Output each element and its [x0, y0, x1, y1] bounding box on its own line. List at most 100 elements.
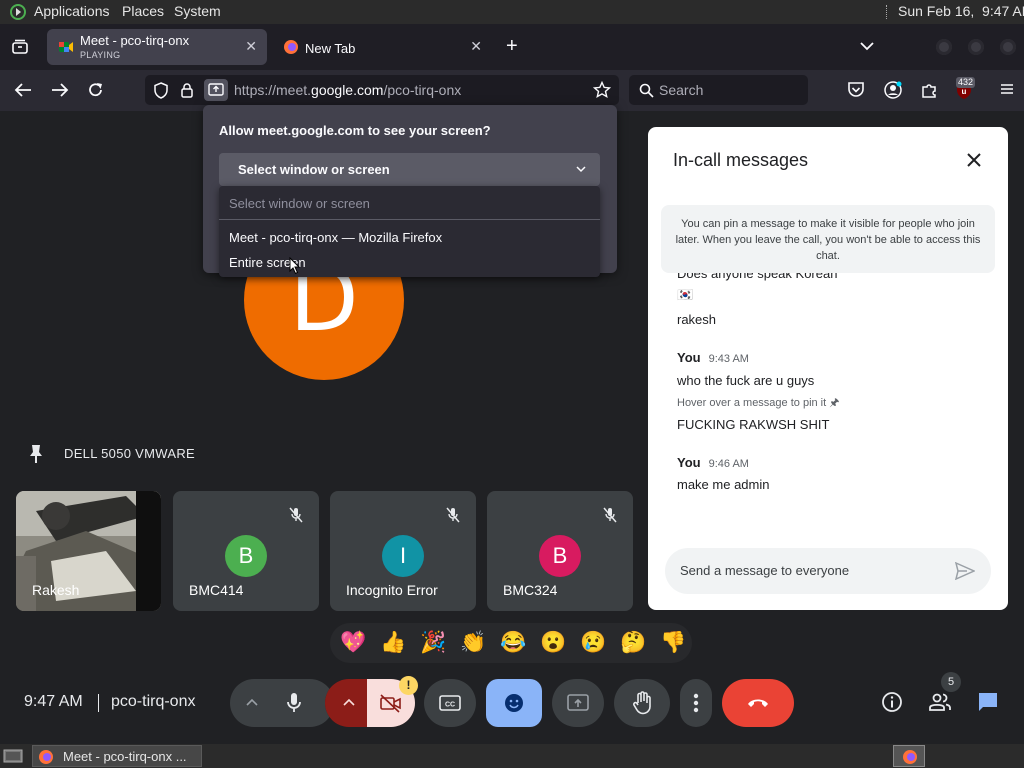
system-top-bar: Applications Places System Sun Feb 16, 9…	[0, 0, 1024, 24]
reaction-thinking[interactable]: 🤔	[620, 631, 646, 655]
dropdown-selected-value: Select window or screen	[238, 162, 390, 177]
url-text[interactable]: https://meet.google.com/pco-tirq-onx	[234, 82, 461, 98]
sender-name: You	[677, 350, 701, 365]
reaction-surprised[interactable]: 😮	[540, 631, 566, 655]
meeting-time: 9:47 AM	[24, 693, 83, 710]
reaction-party-popper[interactable]: 🎉	[420, 631, 446, 655]
more-options-button[interactable]	[680, 679, 712, 727]
emoji-smile-icon	[503, 692, 525, 714]
reactions-button[interactable]	[486, 679, 542, 727]
message-list: Does anyone speak Korean 🇰🇷 rakesh You 9:…	[648, 273, 1008, 523]
chat-bubble-icon[interactable]	[977, 691, 999, 713]
people-icon[interactable]	[928, 692, 952, 712]
search-icon	[639, 83, 654, 98]
in-call-messages-panel: In-call messages You can pin a message t…	[648, 127, 1008, 610]
mouse-cursor-icon	[289, 257, 301, 275]
chat-message[interactable]: Does anyone speak Korean	[677, 273, 837, 281]
applications-menu[interactable]: Applications	[34, 3, 110, 19]
list-all-tabs-chevron-icon[interactable]	[860, 41, 874, 51]
firefox-workspace-icon	[902, 749, 918, 765]
places-menu[interactable]: Places	[122, 3, 164, 19]
raise-hand-button[interactable]	[614, 679, 670, 727]
message-sender: You 9:43 AM	[677, 350, 749, 365]
chat-input-placeholder: Send a message to everyone	[680, 563, 850, 578]
dropdown-option-firefox-window[interactable]: Meet - pco-tirq-onx — Mozilla Firefox	[229, 230, 442, 245]
close-icon[interactable]	[966, 152, 982, 168]
lock-icon[interactable]	[180, 82, 194, 99]
meeting-details-info-icon[interactable]	[881, 691, 903, 713]
search-placeholder: Search	[659, 82, 704, 98]
message-sender: You 9:46 AM	[677, 455, 749, 470]
participant-name: Incognito Error	[346, 582, 438, 598]
url-domain: google.com	[311, 82, 384, 98]
taskbar-window-button[interactable]: Meet - pco-tirq-onx ...	[32, 745, 202, 767]
new-tab-button[interactable]: +	[506, 35, 518, 58]
os-taskbar: Meet - pco-tirq-onx ...	[0, 744, 1024, 768]
participant-tile[interactable]: B BMC414	[173, 491, 319, 611]
window-select-dropdown[interactable]: Select window or screen	[219, 153, 600, 186]
close-tab-icon[interactable]: ✕	[470, 38, 482, 55]
tab-meet[interactable]: Meet - pco-tirq-onx PLAYING ✕	[47, 29, 267, 65]
app-menu-hamburger-icon[interactable]	[1000, 82, 1014, 96]
url-bar[interactable]: https://meet.google.com/pco-tirq-onx	[145, 75, 619, 105]
microphone-icon[interactable]	[286, 692, 302, 714]
forward-arrow-icon[interactable]	[51, 82, 69, 98]
audio-control-group	[230, 679, 334, 727]
close-window-button[interactable]	[1000, 39, 1016, 55]
present-screen-button[interactable]	[552, 679, 604, 727]
chat-message[interactable]: who the fuck are u guys	[677, 373, 814, 388]
distro-logo-icon[interactable]	[9, 4, 27, 20]
tab-list-icon[interactable]	[11, 39, 29, 55]
system-clock[interactable]: Sun Feb 16, 9:47 AM	[898, 3, 1024, 19]
captions-button[interactable]: CC	[424, 679, 476, 727]
chat-message[interactable]: 🇰🇷	[677, 287, 693, 303]
muted-mic-icon	[603, 507, 617, 523]
chat-input[interactable]: Send a message to everyone	[665, 548, 991, 594]
browser-tab-bar: Meet - pco-tirq-onx PLAYING ✕ New Tab ✕ …	[0, 24, 1024, 70]
video-options-button[interactable]	[325, 679, 371, 727]
search-box[interactable]: Search	[629, 75, 808, 105]
tab-audio-status: PLAYING	[80, 50, 121, 60]
reaction-crying[interactable]: 😢	[580, 631, 606, 655]
tracking-protection-shield-icon[interactable]	[153, 82, 169, 99]
firefox-favicon-icon	[283, 39, 299, 55]
show-desktop-icon[interactable]	[3, 748, 23, 764]
tab-new-tab[interactable]: New Tab ✕	[272, 29, 492, 65]
send-icon[interactable]	[955, 562, 975, 580]
dropdown-option-placeholder[interactable]: Select window or screen	[229, 196, 370, 211]
reaction-clapping[interactable]: 👏	[460, 631, 486, 655]
svg-text:u: u	[962, 87, 967, 96]
screen-share-permission-icon[interactable]	[204, 79, 228, 101]
participant-tile[interactable]: B BMC324	[487, 491, 633, 611]
reload-icon[interactable]	[87, 81, 105, 99]
url-path: /pco-tirq-onx	[383, 82, 462, 98]
reaction-joy[interactable]: 😂	[500, 631, 526, 655]
muted-mic-icon	[446, 507, 460, 523]
muted-mic-icon	[289, 507, 303, 523]
workspace-switcher[interactable]	[893, 745, 925, 767]
minimize-window-button[interactable]	[936, 39, 952, 55]
closed-captions-icon: CC	[439, 694, 461, 712]
reaction-sparkling-heart[interactable]: 💖	[340, 631, 366, 655]
system-menu[interactable]: System	[174, 3, 221, 19]
more-vert-icon	[693, 693, 699, 713]
video-options-chevron-icon	[343, 698, 355, 706]
reaction-thumbs-up[interactable]: 👍	[380, 631, 406, 655]
participant-tile[interactable]: I Incognito Error	[330, 491, 476, 611]
chat-title: In-call messages	[673, 150, 809, 170]
reaction-thumbs-down[interactable]: 👎	[660, 631, 686, 655]
participant-tile-video[interactable]: Rakesh	[16, 491, 161, 611]
pin-icon[interactable]	[29, 444, 43, 464]
pocket-icon[interactable]	[847, 81, 865, 98]
extensions-puzzle-icon[interactable]	[920, 81, 938, 99]
audio-options-chevron-icon[interactable]	[246, 698, 258, 706]
chat-message[interactable]: rakesh	[677, 312, 716, 327]
maximize-window-button[interactable]	[968, 39, 984, 55]
chat-message[interactable]: FUCKING RAKWSH SHIT	[677, 417, 829, 432]
leave-call-button[interactable]	[722, 679, 794, 727]
close-tab-icon[interactable]: ✕	[245, 38, 257, 55]
account-icon[interactable]	[883, 80, 903, 100]
back-arrow-icon[interactable]	[14, 82, 32, 98]
chat-message[interactable]: make me admin	[677, 477, 769, 492]
bookmark-star-icon[interactable]	[593, 81, 611, 99]
